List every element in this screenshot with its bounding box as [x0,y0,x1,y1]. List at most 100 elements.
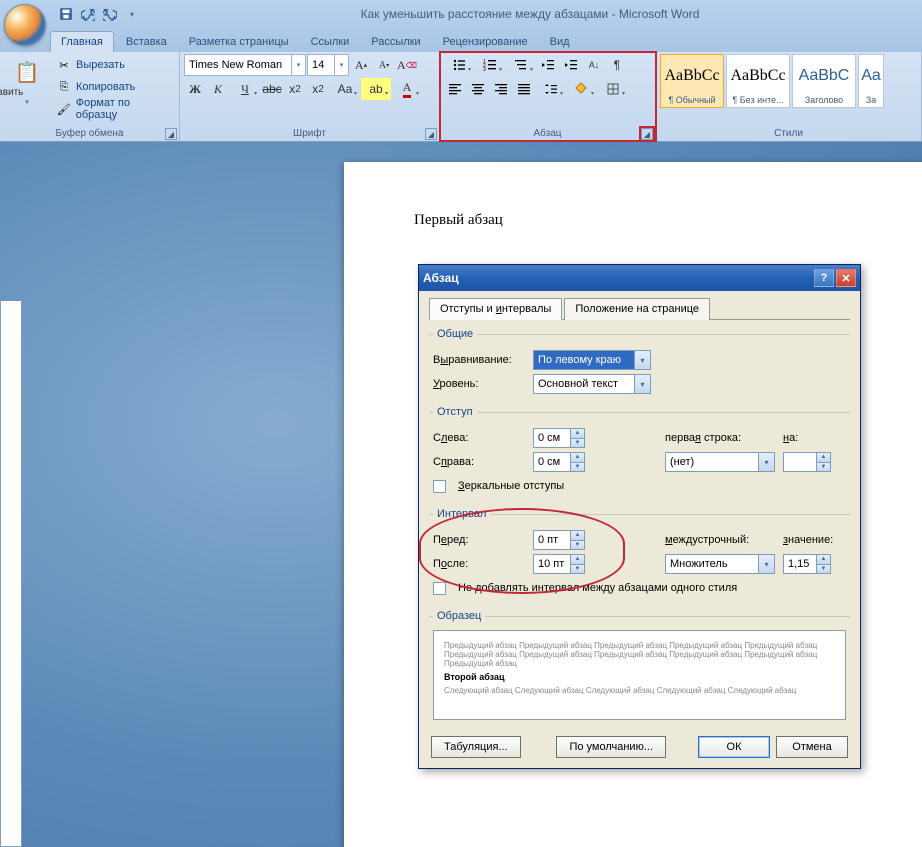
align-center-button[interactable] [467,78,489,100]
help-button[interactable]: ? [814,269,834,287]
indent-left-spinner[interactable]: 0 см▲▼ [533,428,585,448]
spinner-up-icon[interactable]: ▲ [571,453,584,463]
tab-view[interactable]: Вид [540,32,580,52]
paste-button[interactable]: 📋 Вставить ▾ [4,54,50,127]
change-case-button[interactable]: Aa [330,78,360,100]
spinner-up-icon[interactable]: ▲ [817,555,830,565]
undo-button[interactable] [78,4,98,24]
paragraph-launcher[interactable]: ◢ [641,128,653,140]
bold-button[interactable]: Ж [184,78,206,100]
section-indentation: Отступ Слева: 0 см▲▼ первая строка: на: … [429,406,850,502]
shading-button[interactable] [567,78,597,100]
ok-button[interactable]: ОК [698,736,770,758]
style-no-spacing[interactable]: AaBbCc¶ Без инте... [726,54,790,108]
tab-insert[interactable]: Вставка [116,32,177,52]
underline-button[interactable]: Ч [230,78,260,100]
close-button[interactable]: ✕ [836,269,856,287]
decrease-indent-button[interactable] [537,54,559,76]
vertical-ruler[interactable] [0,301,22,847]
save-button[interactable] [56,4,76,24]
alignment-combo[interactable]: По левому краю▾ [533,350,651,370]
font-launcher[interactable]: ◢ [425,128,437,140]
font-name-combo[interactable]: Times New Roman▾ [184,54,306,76]
no-space-checkbox[interactable] [433,582,446,595]
superscript-button[interactable]: x2 [307,78,329,100]
strikethrough-button[interactable]: abc [261,78,283,100]
increase-indent-button[interactable] [560,54,582,76]
spacing-after-value: 10 пт [538,558,564,570]
spinner-down-icon[interactable]: ▼ [817,565,830,574]
show-marks-button[interactable]: ¶ [606,54,628,76]
font-size-value: 14 [312,59,324,71]
spinner-up-icon[interactable]: ▲ [571,531,584,541]
font-size-combo[interactable]: 14▾ [307,54,349,76]
justify-button[interactable] [513,78,535,100]
format-painter-button[interactable]: 🖌Формат по образцу [54,98,175,120]
indent-right-spinner[interactable]: 0 см▲▼ [533,452,585,472]
office-button[interactable] [4,4,46,46]
cut-button[interactable]: ✂Вырезать [54,54,175,76]
font-color-button[interactable]: A [392,78,422,100]
tab-line-page-breaks[interactable]: Положение на странице [564,298,710,320]
shrink-font-button[interactable]: A▾ [373,54,395,76]
spinner-down-icon[interactable]: ▼ [571,565,584,574]
style-sample: AaBbC [799,57,850,95]
line-at-spinner[interactable]: 1,15▲▼ [783,554,831,574]
outline-level-combo[interactable]: Основной текст▾ [533,374,651,394]
align-right-button[interactable] [490,78,512,100]
align-left-button[interactable] [444,78,466,100]
spacing-before-value: 0 пт [538,534,558,546]
style-heading1[interactable]: AaBbCЗаголово [792,54,856,108]
spinner-down-icon[interactable]: ▼ [571,541,584,550]
style-sample: Aa [861,57,881,95]
preview-prev-text: Предыдущий абзац Предыдущий абзац Предыд… [444,641,835,668]
style-normal[interactable]: AaBbCc¶ Обычный [660,54,724,108]
outline-level-label: Уровень: [433,378,525,390]
grow-font-button[interactable]: A▴ [350,54,372,76]
spinner-down-icon[interactable]: ▼ [817,463,830,472]
chevron-down-icon: ▾ [758,453,774,471]
spinner-down-icon[interactable]: ▼ [571,439,584,448]
spacing-after-spinner[interactable]: 10 пт ▲▼ [533,554,585,574]
clipboard-launcher[interactable]: ◢ [165,128,177,140]
tabs-button[interactable]: Табуляция... [431,736,521,758]
title-bar: ▾ Как уменьшить расстояние между абзацам… [0,0,922,28]
clear-formatting-button[interactable]: A⌫ [396,54,418,76]
tab-references[interactable]: Ссылки [301,32,360,52]
italic-button[interactable]: К [207,78,229,100]
numbering-button[interactable]: 123 [475,54,505,76]
tab-page-layout[interactable]: Разметка страницы [179,32,299,52]
style-heading2[interactable]: AaЗа [858,54,884,108]
bullets-button[interactable] [444,54,474,76]
tab-indents-spacing[interactable]: Отступы и интервалы [429,298,562,320]
default-button[interactable]: По умолчанию... [556,736,666,758]
copy-label: Копировать [76,81,135,93]
special-indent-combo[interactable]: (нет)▾ [665,452,775,472]
chevron-down-icon: ▾ [634,375,650,393]
paragraph-dialog: Абзац ? ✕ Отступы и интервалы Положение … [418,264,861,769]
redo-button[interactable] [100,4,120,24]
spacing-before-spinner[interactable]: 0 пт ▲▼ [533,530,585,550]
line-spacing-combo[interactable]: Множитель▾ [665,554,775,574]
mirror-indents-checkbox[interactable] [433,480,446,493]
spinner-up-icon[interactable]: ▲ [571,555,584,565]
multilevel-list-button[interactable] [506,54,536,76]
spinner-up-icon[interactable]: ▲ [571,429,584,439]
special-by-spinner[interactable]: ▲▼ [783,452,831,472]
subscript-button[interactable]: x2 [284,78,306,100]
copy-button[interactable]: ⎘Копировать [54,76,175,98]
spinner-up-icon[interactable]: ▲ [817,453,830,463]
chevron-down-icon: ▾ [634,351,650,369]
line-spacing-button[interactable] [536,78,566,100]
borders-button[interactable] [598,78,628,100]
spinner-down-icon[interactable]: ▼ [571,463,584,472]
paragraph-text[interactable]: Первый абзац [414,212,922,229]
qat-customize[interactable]: ▾ [122,4,142,24]
highlight-button[interactable]: ab [361,78,391,100]
cancel-button[interactable]: Отмена [776,736,848,758]
dialog-titlebar[interactable]: Абзац ? ✕ [419,265,860,291]
tab-mailings[interactable]: Рассылки [361,32,430,52]
tab-review[interactable]: Рецензирование [433,32,538,52]
tab-home[interactable]: Главная [50,31,114,52]
sort-button[interactable]: А↓ [583,54,605,76]
